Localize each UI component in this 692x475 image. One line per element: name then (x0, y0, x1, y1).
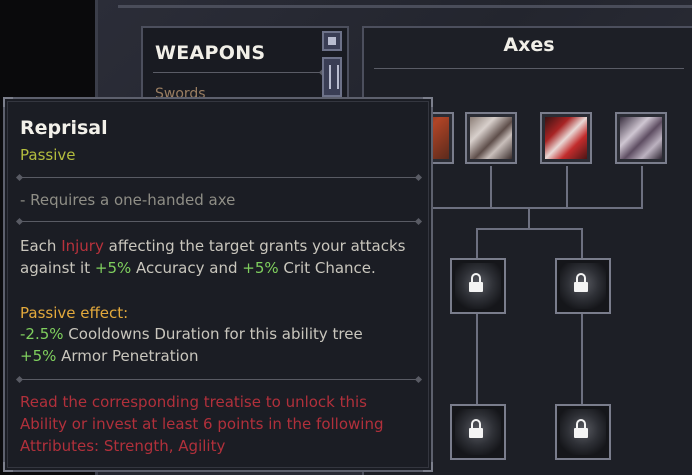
ability-slot[interactable] (465, 112, 517, 164)
divider (19, 379, 419, 380)
lock-icon (574, 428, 588, 438)
effect-value: -2.5% (20, 325, 64, 343)
ability-description-line-1: Each Injury affecting the target grants … (20, 235, 405, 257)
passive-effect-line-1: -2.5% Cooldowns Duration for this abilit… (20, 323, 363, 345)
locked-ability-slot[interactable] (555, 258, 611, 314)
ability-requirement: - Requires a one-handed axe (20, 191, 236, 209)
corner-ornament (423, 462, 433, 472)
divider (374, 68, 684, 69)
axe-slash-icon (620, 117, 662, 159)
desc-text: affecting the target grants your attacks (103, 237, 406, 255)
divider (153, 72, 321, 73)
passive-effect-header: Passive effect: (20, 304, 129, 322)
desc-text: Crit Chance. (278, 259, 376, 277)
effect-text: Armor Penetration (56, 347, 199, 365)
bonus-value: +5% (94, 259, 132, 277)
tree-connector (581, 228, 583, 258)
desc-text: against it (20, 259, 95, 277)
scrollbar-thumb[interactable] (322, 57, 342, 97)
tree-connector (490, 166, 492, 208)
ability-slot[interactable] (615, 112, 667, 164)
tree-connector (476, 228, 478, 258)
ability-type: Passive (20, 146, 76, 164)
locked-ability-slot[interactable] (555, 404, 611, 460)
passive-effect-line-2: +5% Armor Penetration (20, 345, 198, 367)
ability-tooltip: Reprisal Passive - Requires a one-handed… (3, 97, 433, 472)
ability-name: Reprisal (20, 117, 108, 139)
divider (19, 177, 419, 178)
tree-connector (476, 228, 582, 230)
divider (19, 221, 419, 222)
ability-slot[interactable] (540, 112, 592, 164)
tree-connector (433, 207, 643, 209)
effect-value: +5% (20, 347, 57, 365)
corner-ornament (423, 97, 433, 107)
frame-top-border (118, 0, 692, 8)
desc-text: Accuracy and (131, 259, 243, 277)
lock-icon (469, 282, 483, 292)
unlock-requirement-line-1: Read the corresponding treatise to unloc… (20, 393, 367, 411)
weapons-title: WEAPONS (155, 42, 266, 64)
scroll-up-button[interactable] (322, 31, 342, 51)
injury-keyword: Injury (61, 237, 104, 255)
corner-ornament (3, 462, 13, 472)
tree-connector (641, 166, 643, 208)
effect-text: Cooldowns Duration for this ability tree (63, 325, 363, 343)
desc-text: Each (20, 237, 62, 255)
corner-ornament (3, 97, 13, 107)
tree-connector (581, 312, 583, 404)
bloody-axe-icon (545, 117, 587, 159)
lock-icon (469, 428, 483, 438)
unlock-requirement-line-2: Ability or invest at least 6 points in t… (20, 415, 384, 433)
axe-strike-icon (470, 117, 512, 159)
ability-description-line-2: against it +5% Accuracy and +5% Crit Cha… (20, 257, 376, 279)
background-dark (0, 0, 100, 100)
unlock-requirement-line-3: Attributes: Strength, Agility (20, 437, 226, 455)
tree-connector (476, 312, 478, 404)
locked-ability-slot[interactable] (450, 404, 506, 460)
tree-connector (528, 207, 530, 229)
bonus-value: +5% (242, 259, 279, 277)
tree-connector (566, 166, 568, 208)
locked-ability-slot[interactable] (450, 258, 506, 314)
skill-tree-title: Axes (503, 34, 555, 56)
lock-icon (574, 282, 588, 292)
